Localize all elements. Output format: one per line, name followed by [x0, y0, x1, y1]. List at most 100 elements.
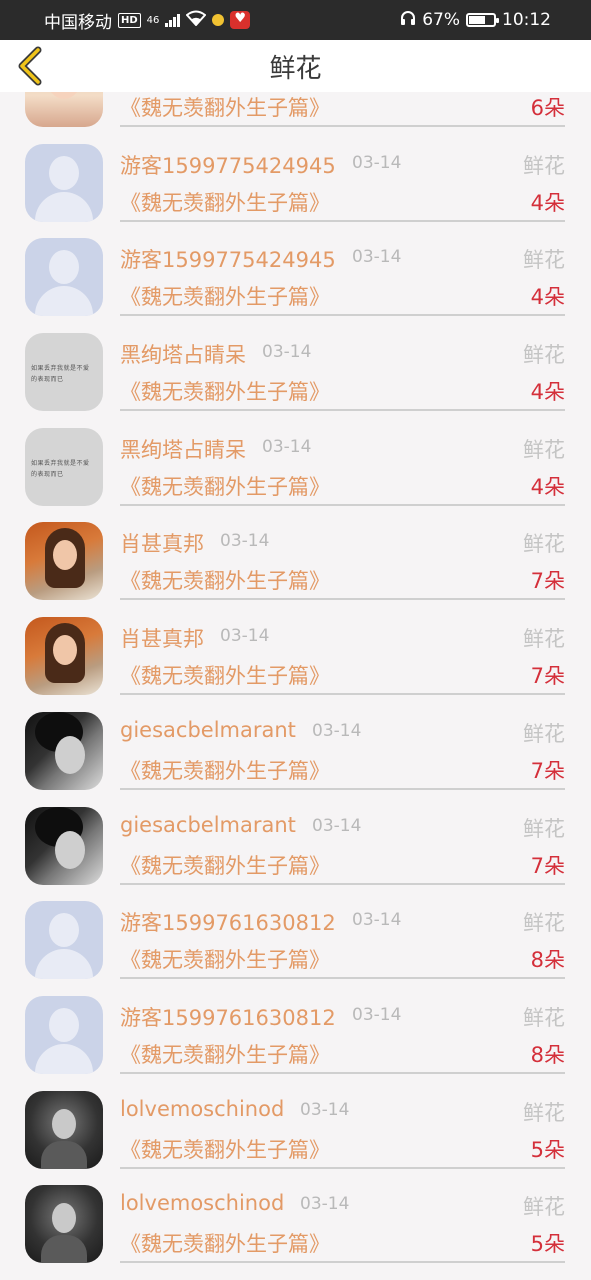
gift-type: 鲜花	[523, 343, 565, 368]
page-title: 鲜花	[269, 53, 322, 84]
gift-type: 鲜花	[523, 153, 565, 178]
gift-type: 鲜花	[523, 816, 565, 841]
avatar[interactable]	[25, 522, 103, 601]
user-name[interactable]: 黑绚塔占睛呆	[120, 434, 246, 464]
avatar-shape	[35, 191, 93, 222]
list-item[interactable]: lolvemoschinod 03-14 鲜花 《魏无羡翻外生子篇》 5朵	[0, 1168, 591, 1264]
network-type: 46	[146, 14, 160, 26]
avatar-shape	[41, 1235, 87, 1264]
user-name[interactable]: giesacbelmarant	[120, 718, 296, 742]
flower-count: 8朵	[530, 948, 565, 973]
flower-count: 6朵	[530, 96, 565, 120]
gift-date: 03-14	[220, 531, 270, 552]
flower-gift-list-inner: 《魏无羡翻外生子篇》 6朵 游客1599775424945 03-14 鲜花 《魏无羡翻外…	[0, 92, 591, 1264]
gift-date: 03-14	[220, 626, 270, 647]
book-title-link[interactable]: 《魏无羡翻外生子篇》	[120, 471, 330, 501]
list-item[interactable]: giesacbelmarant 03-14 鲜花《魏无羡翻外生子篇》 7朵	[0, 695, 591, 790]
avatar[interactable]	[25, 806, 103, 885]
hd-badge: HD	[118, 12, 141, 28]
flower-count: 5朵	[530, 1137, 565, 1162]
book-title-link[interactable]: 《魏无羡翻外生子篇》	[120, 1228, 330, 1258]
gift-type: 鲜花	[523, 911, 565, 936]
gift-type: 鲜花	[523, 437, 565, 462]
nav-bar: 鲜花	[0, 40, 591, 92]
gift-date: 03-14	[300, 1194, 350, 1215]
avatar-scribble-text: 如果丢弃我就是不爱的表现而已	[31, 459, 90, 478]
flower-count: 4朵	[530, 474, 565, 499]
wifi-icon	[185, 10, 207, 30]
list-item[interactable]: 游客1599775424945 03-14 鲜花 《魏无羡翻外生子篇》 4朵	[0, 221, 591, 317]
avatar[interactable]: 如果丢弃我就是不爱的表现而已	[25, 333, 103, 412]
list-item[interactable]: lolvemoschinod 03-14 鲜花 《魏无羡翻外生子篇》 5朵	[0, 1074, 591, 1169]
list-item[interactable]: 游客1599761630812 03-14 鲜花 《魏无羡翻外生子篇》 8朵	[0, 979, 591, 1074]
avatar[interactable]	[25, 143, 103, 222]
user-name[interactable]: 游客1599761630812	[120, 1002, 336, 1032]
user-name[interactable]: 黑绚塔占睛呆	[120, 339, 246, 369]
user-name[interactable]: 肖甚真邦	[120, 528, 204, 558]
user-name[interactable]: 肖甚真邦	[120, 623, 204, 653]
list-item[interactable]: 《魏无羡翻外生子篇》 6朵	[0, 92, 591, 127]
user-name[interactable]: 游客1599775424945	[120, 150, 336, 180]
avatar[interactable]	[25, 711, 103, 790]
battery-percent: 67%	[422, 10, 460, 30]
flower-count: 7朵	[530, 664, 565, 689]
book-title-link[interactable]: 《魏无羡翻外生子篇》	[120, 850, 330, 880]
avatar[interactable]	[25, 995, 103, 1074]
list-item[interactable]: 肖甚真邦 03-14 鲜花 《魏无羡翻外生子篇》 7朵	[0, 600, 591, 696]
battery-icon	[466, 13, 499, 27]
app-notification-icon	[230, 11, 251, 29]
gift-type: 鲜花	[523, 1100, 565, 1125]
avatar-shape	[41, 1140, 87, 1169]
gift-type: 鲜花	[523, 532, 565, 557]
gift-date: 03-14	[262, 342, 312, 363]
book-title-link[interactable]: 《魏无羡翻外生子篇》	[120, 1134, 330, 1164]
avatar-shape	[55, 735, 85, 774]
gift-date: 03-14	[352, 910, 402, 931]
avatar[interactable]	[25, 92, 103, 127]
avatar-shape	[49, 155, 79, 190]
avatar[interactable]	[25, 901, 103, 980]
list-item[interactable]: 肖甚真邦 03-14 鲜花 《魏无羡翻外生子篇》 7朵	[0, 505, 591, 601]
book-title-link[interactable]: 《魏无羡翻外生子篇》	[120, 92, 330, 122]
gift-date: 03-14	[352, 1004, 402, 1025]
avatar-shape	[52, 1203, 76, 1234]
avatar[interactable]	[25, 1185, 103, 1264]
avatar-shape	[49, 913, 79, 948]
avatar-shape	[52, 1108, 76, 1139]
avatar[interactable]	[25, 238, 103, 317]
user-name[interactable]: lolvemoschinod	[120, 1191, 284, 1215]
back-button[interactable]	[14, 46, 48, 86]
gift-type: 鲜花	[523, 1195, 565, 1220]
list-item[interactable]: 如果丢弃我就是不爱的表现而已 黑绚塔占睛呆 03-14 鲜花 《魏无羡翻外生子篇》 4朵	[0, 316, 591, 412]
book-title-link[interactable]: 《魏无羡翻外生子篇》	[120, 755, 330, 785]
avatar[interactable]: 如果丢弃我就是不爱的表现而已	[25, 427, 103, 506]
book-title-link[interactable]: 《魏无羡翻外生子篇》	[120, 376, 330, 406]
user-name[interactable]: 游客1599775424945	[120, 244, 336, 274]
flower-gift-list[interactable]: 《魏无羡翻外生子篇》 6朵 游客1599775424945 03-14 鲜花 《魏无羡翻外…	[0, 92, 591, 1280]
user-name[interactable]: lolvemoschinod	[120, 1097, 284, 1121]
avatar[interactable]	[25, 617, 103, 696]
book-title-link[interactable]: 《魏无羡翻外生子篇》	[120, 660, 330, 690]
user-name[interactable]: giesacbelmarant	[120, 813, 296, 837]
list-item[interactable]: 游客1599775424945 03-14 鲜花 《魏无羡翻外生子篇》 4朵	[0, 127, 591, 222]
list-item[interactable]: 游客1599761630812 03-14 鲜花《魏无羡翻外生子篇》 8朵	[0, 884, 591, 980]
flower-count: 4朵	[530, 190, 565, 215]
avatar-shape	[35, 1043, 93, 1074]
book-title-link[interactable]: 《魏无羡翻外生子篇》	[120, 1039, 330, 1069]
flower-count: 7朵	[530, 758, 565, 783]
avatar[interactable]	[25, 1090, 103, 1169]
flower-count: 8朵	[530, 1042, 565, 1067]
avatar-shape	[49, 250, 79, 285]
book-title-link[interactable]: 《魏无羡翻外生子篇》	[120, 281, 330, 311]
book-title-link[interactable]: 《魏无羡翻外生子篇》	[120, 565, 330, 595]
battery-fill	[469, 16, 485, 24]
avatar-shape	[35, 286, 93, 317]
book-title-link[interactable]: 《魏无羡翻外生子篇》	[120, 187, 330, 217]
user-name[interactable]: 游客1599761630812	[120, 907, 336, 937]
list-item[interactable]: giesacbelmarant 03-14 鲜花 《魏无羡翻外生子篇》 7朵	[0, 790, 591, 885]
book-title-link[interactable]: 《魏无羡翻外生子篇》	[120, 944, 330, 974]
list-item[interactable]: 如果丢弃我就是不爱的表现而已 黑绚塔占睛呆 03-14 鲜花 《魏无羡翻外生子篇》 4朵	[0, 411, 591, 506]
clock: 10:12	[502, 10, 551, 30]
gift-type: 鲜花	[523, 721, 565, 746]
gift-date: 03-14	[312, 720, 362, 741]
